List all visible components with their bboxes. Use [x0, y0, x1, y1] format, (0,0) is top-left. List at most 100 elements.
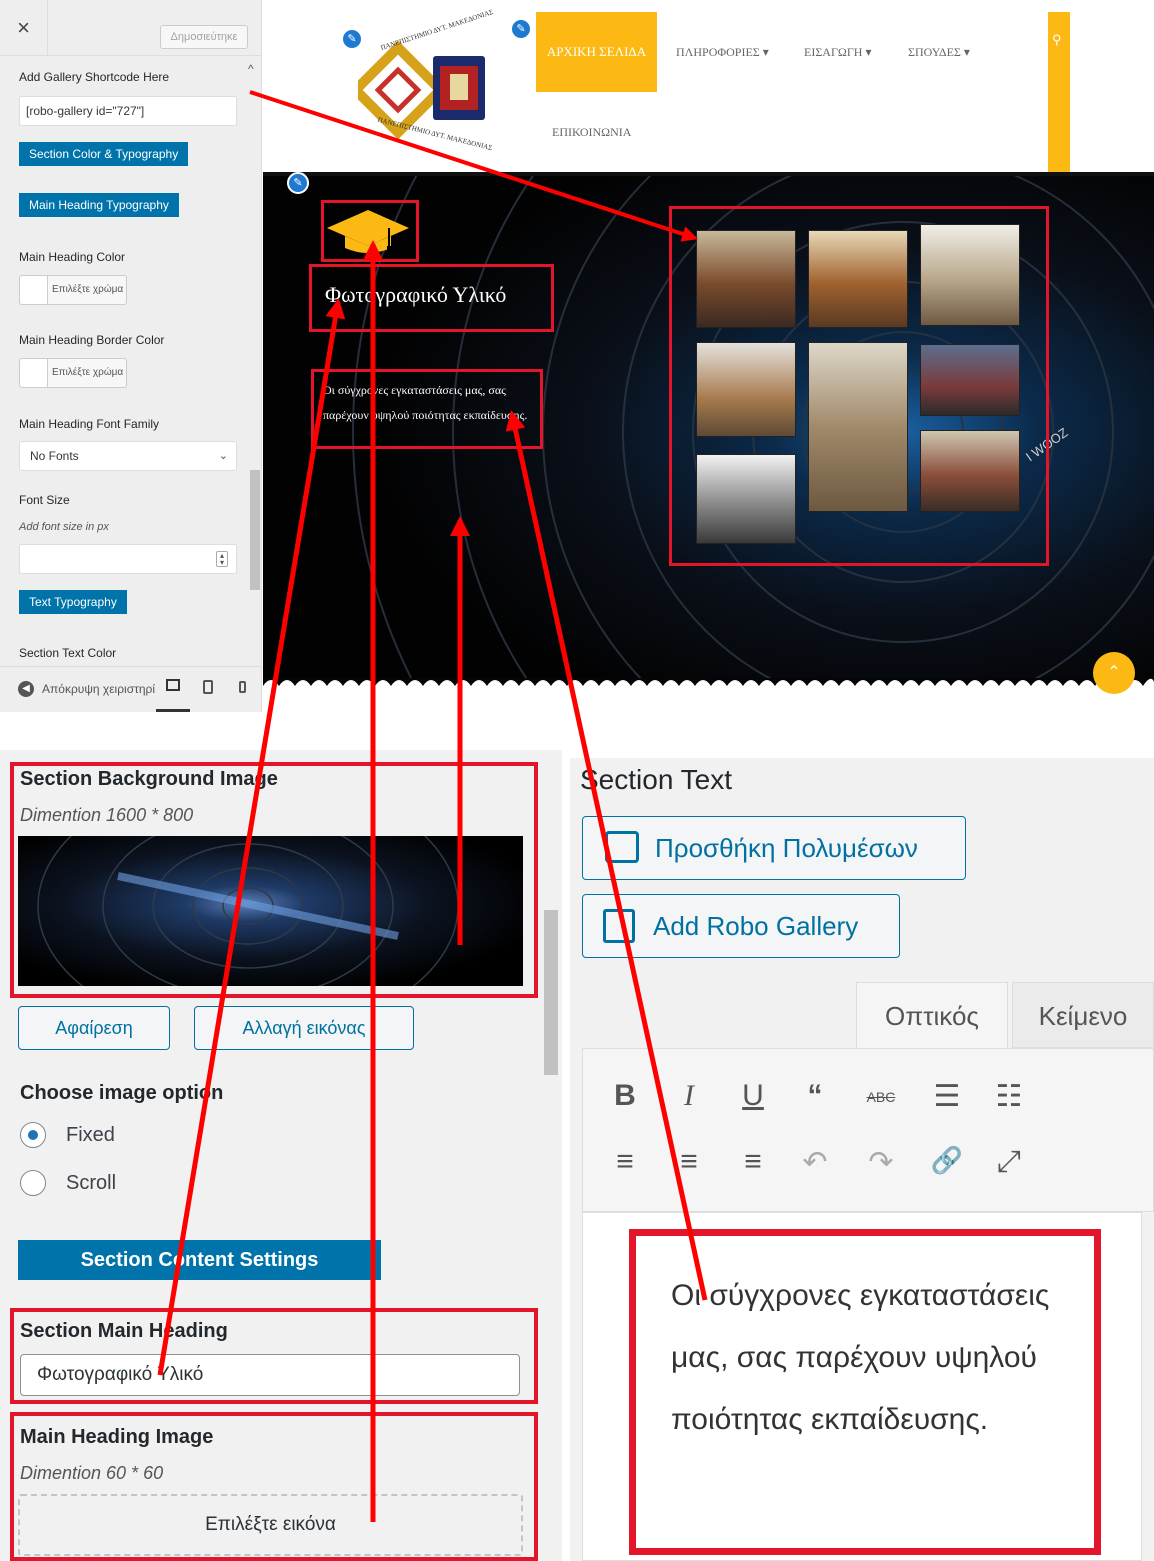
radio-fixed[interactable]: [20, 1122, 46, 1148]
option-scroll-label: Scroll: [66, 1172, 117, 1194]
bullet-list-icon[interactable]: ☰: [925, 1079, 969, 1114]
shortcode-label: Add Gallery Shortcode Here: [19, 70, 170, 84]
section-content-settings-button[interactable]: Section Content Settings: [18, 1240, 381, 1280]
choose-image-button[interactable]: Επιλέξτε εικόνα: [18, 1494, 523, 1556]
gallery-thumb-2[interactable]: [808, 230, 908, 328]
align-right-icon[interactable]: ≡: [731, 1145, 775, 1179]
hero-text: Οι σύγχρονες εγκαταστάσεις μας, σας παρέ…: [323, 383, 528, 422]
desktop-preview-icon[interactable]: [166, 679, 180, 691]
scroll-up-icon[interactable]: ^: [248, 62, 254, 76]
section-color-button[interactable]: Section Color & Typography: [19, 142, 189, 166]
tab-text[interactable]: Κείμενο: [1012, 982, 1154, 1048]
section-text-panel: Section Text Προσθήκη Πολυμέσων Add Robo…: [570, 758, 1154, 1561]
panel-scrollbar[interactable]: [544, 910, 558, 1075]
mobile-preview-icon[interactable]: [239, 681, 246, 693]
scroll-to-top-icon[interactable]: ⌃: [1093, 652, 1135, 694]
color-swatch: [20, 359, 48, 387]
nav-intro[interactable]: ΕΙΣΑΓΩΓΗ ▾: [804, 45, 871, 60]
italic-icon[interactable]: I: [667, 1079, 711, 1113]
customizer-scrollbar[interactable]: [250, 470, 260, 590]
search-icon: ⚲: [1052, 32, 1062, 47]
link-icon[interactable]: 🔗: [925, 1145, 969, 1176]
hide-controls-label[interactable]: Απόκρυψη χειριστηρί: [42, 682, 155, 696]
bg-image-preview[interactable]: [18, 836, 523, 986]
main-heading-typography-button[interactable]: Main Heading Typography: [19, 193, 179, 217]
publish-button[interactable]: Δημοσιεύτηκε: [160, 25, 248, 49]
main-heading-color-label: Main Heading Color: [19, 250, 126, 264]
edit-pencil-icon[interactable]: ✎: [287, 172, 309, 194]
gallery-thumb-1[interactable]: [696, 230, 796, 328]
tablet-preview-icon[interactable]: [203, 680, 213, 694]
tab-visual[interactable]: Οπτικός: [856, 982, 1008, 1048]
color-swatch: [20, 276, 48, 304]
gallery-thumb-5[interactable]: [808, 342, 908, 512]
nav-home[interactable]: ΑΡΧΙΚΗ ΣΕΛΙΔΑ: [536, 12, 657, 92]
main-heading-color-picker[interactable]: Επιλέξτε χρώμα: [19, 275, 127, 305]
font-size-label: Font Size: [19, 493, 70, 507]
gallery-thumb-6[interactable]: [920, 344, 1020, 416]
numbered-list-icon[interactable]: ☷: [987, 1079, 1031, 1114]
edit-pencil-icon[interactable]: ✎: [510, 18, 532, 40]
choose-image-option-label: Choose image option: [20, 1082, 224, 1104]
stepper-icon[interactable]: ▴ ▾: [216, 551, 228, 567]
add-robo-gallery-label: Add Robo Gallery: [653, 911, 859, 941]
font-family-value: No Fonts: [30, 449, 79, 463]
nav-info[interactable]: ΠΛΗΡΟΦΟΡΙΕΣ ▾: [676, 45, 769, 60]
font-family-label: Main Heading Font Family: [19, 417, 160, 431]
nav-studies[interactable]: ΣΠΟΥΔΕΣ ▾: [908, 45, 970, 60]
align-left-icon[interactable]: ≡: [603, 1145, 647, 1179]
underline-icon[interactable]: U: [731, 1079, 775, 1113]
background-settings-panel: Section Background Image Dimention 1600 …: [0, 750, 562, 1561]
hero-top-rule: [263, 172, 1154, 176]
fullscreen-icon[interactable]: ⤢: [987, 1145, 1031, 1179]
hide-controls-icon[interactable]: ◀: [18, 681, 34, 697]
active-device-indicator: [156, 709, 190, 712]
gallery-thumb-7[interactable]: [696, 454, 796, 544]
strikethrough-icon[interactable]: ABC: [859, 1089, 903, 1105]
remove-image-button[interactable]: Αφαίρεση: [18, 1006, 170, 1050]
nav-intro-label: ΕΙΣΑΓΩΓΗ: [804, 45, 863, 59]
chevron-down-icon: ▾: [762, 45, 769, 59]
media-icon: [605, 831, 639, 863]
bold-icon[interactable]: B: [603, 1079, 647, 1113]
option-fixed-label: Fixed: [66, 1124, 115, 1146]
color-picker-label: Επιλέξτε χρώμα: [52, 367, 124, 378]
customizer-panel: × Δημοσιεύτηκε Add Gallery Shortcode Her…: [0, 0, 262, 712]
add-media-button[interactable]: Προσθήκη Πολυμέσων: [582, 816, 966, 880]
shortcode-input[interactable]: [robo-gallery id="727"]: [19, 96, 237, 126]
close-icon[interactable]: ×: [0, 0, 48, 56]
font-family-select[interactable]: No Fonts ⌄: [19, 441, 237, 471]
align-center-icon[interactable]: ≡: [667, 1145, 711, 1179]
border-color-picker[interactable]: Επιλέξτε χρώμα: [19, 358, 127, 388]
blockquote-icon[interactable]: “: [793, 1079, 837, 1113]
editor-toolbar: B I U “ ABC ☰ ☷ ≡ ≡ ≡ ↶ ↷ 🔗 ⤢: [582, 1048, 1154, 1212]
undo-icon[interactable]: ↶: [793, 1145, 837, 1180]
search-bar-column[interactable]: ⚲: [1048, 12, 1070, 172]
radio-scroll[interactable]: [20, 1170, 46, 1196]
font-size-input[interactable]: ▴ ▾: [19, 544, 237, 574]
text-typography-button[interactable]: Text Typography: [19, 590, 127, 614]
customizer-header: × Δημοσιεύτηκε: [0, 0, 261, 56]
main-heading-input[interactable]: Φωτογραφικό Υλικό: [20, 1354, 520, 1396]
gallery-thumb-3[interactable]: [920, 224, 1020, 326]
customizer-footer: ◀ Απόκρυψη χειριστηρί: [0, 666, 261, 712]
add-robo-gallery-button[interactable]: Add Robo Gallery: [582, 894, 900, 958]
graduation-cap-icon: [327, 210, 409, 253]
gallery-thumb-4[interactable]: [696, 342, 796, 437]
hero-section: ✎ I WOOZ Φωτογραφικό Υλικό Οι σύγχρονες …: [263, 172, 1154, 690]
nav-contact[interactable]: ΕΠΙΚΟΙΝΩΝΙΑ: [552, 125, 631, 140]
change-image-button[interactable]: Αλλαγή εικόνας: [194, 1006, 414, 1050]
bg-image-label: Section Background Image: [20, 768, 278, 790]
add-media-label: Προσθήκη Πολυμέσων: [655, 833, 918, 863]
scalloped-divider: [263, 678, 1154, 712]
gallery-thumb-8[interactable]: [920, 430, 1020, 512]
hero-heading: Φωτογραφικό Υλικό: [325, 282, 507, 307]
bg-image-dimension: Dimention 1600 * 800: [20, 805, 194, 825]
font-size-hint: Add font size in px: [19, 521, 109, 533]
redo-icon[interactable]: ↷: [859, 1145, 903, 1180]
university-logo[interactable]: ΠΑΝΕΠΙΣΤΗΜΙΟ ΔΥΤ. ΜΑΚΕΔΟΝΙΑΣ ΠΑΝΕΠΙΣΤΗΜΙ…: [348, 8, 508, 153]
main-heading-label: Section Main Heading: [20, 1320, 228, 1342]
gallery-icon: [603, 909, 635, 943]
chevron-down-icon: ▾: [865, 45, 872, 59]
editor-content-area[interactable]: Οι σύγχρονες εγκαταστάσεις μας, σας παρέ…: [582, 1212, 1142, 1561]
